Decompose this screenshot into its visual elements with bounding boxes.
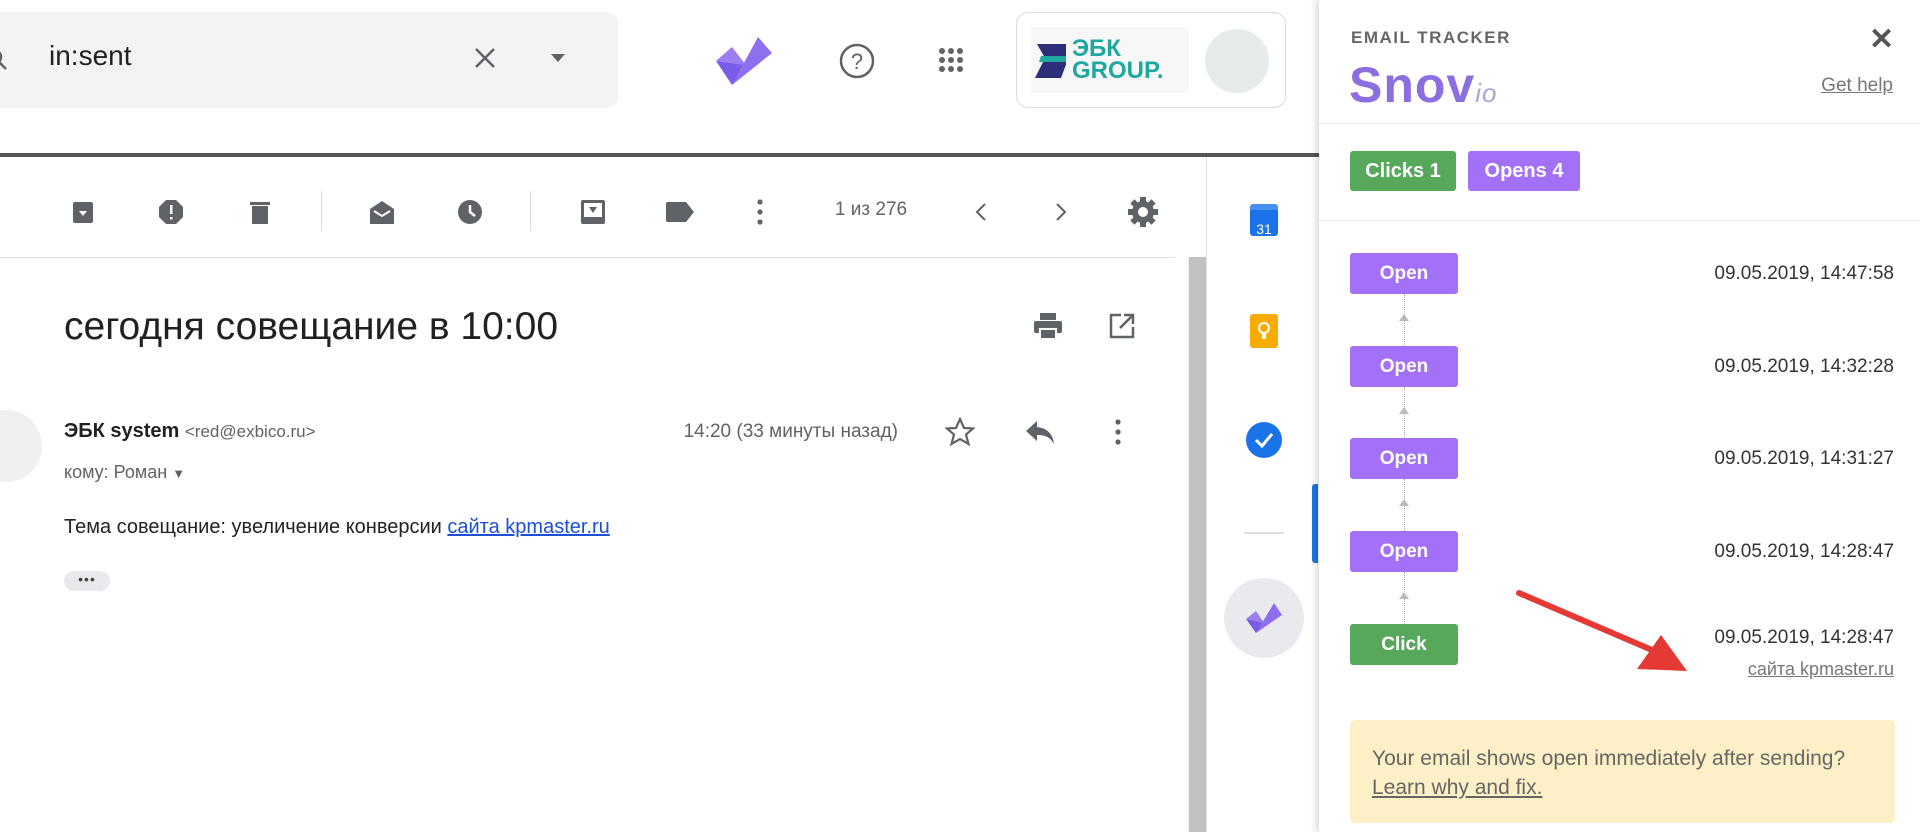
scrollbar[interactable] bbox=[1188, 257, 1206, 832]
side-apps-panel bbox=[1206, 157, 1319, 832]
label-icon[interactable] bbox=[665, 197, 695, 227]
email-tracker-panel: EMAIL TRACKER Snovio ✕ Get help Clicks 1… bbox=[1319, 0, 1920, 832]
event-open: Open bbox=[1350, 438, 1458, 479]
search-icon[interactable] bbox=[0, 40, 12, 80]
email-subject: сегодня совещание в 10:00 bbox=[64, 305, 559, 348]
event-timestamp: 09.05.2019, 14:47:58 bbox=[1714, 263, 1894, 284]
timeline-connector bbox=[1399, 479, 1409, 531]
avatar[interactable] bbox=[1205, 29, 1269, 93]
toolbar-separator bbox=[321, 191, 322, 231]
email-body: Тема совещание: увеличение конверсии сай… bbox=[64, 516, 610, 539]
timeline-connector bbox=[1399, 387, 1409, 439]
archive-icon[interactable] bbox=[68, 197, 98, 227]
body-link[interactable]: сайта kpmaster.ru bbox=[447, 516, 609, 538]
divider bbox=[0, 153, 1319, 157]
organization-logo-text: ЭБК GROUP. bbox=[1071, 35, 1164, 84]
star-icon[interactable] bbox=[942, 414, 978, 450]
event-open: Open bbox=[1350, 531, 1458, 572]
print-icon[interactable] bbox=[1030, 308, 1066, 344]
toolbar-border bbox=[0, 257, 1175, 258]
learn-why-link[interactable]: Learn why and fix. bbox=[1372, 776, 1542, 799]
snov-extension-icon[interactable] bbox=[712, 30, 776, 88]
more-options-icon[interactable] bbox=[1106, 414, 1130, 450]
sender-avatar[interactable] bbox=[0, 410, 42, 482]
open-in-new-window-icon[interactable] bbox=[1104, 308, 1140, 344]
organization-logo: ЭБК GROUP. bbox=[1031, 27, 1189, 93]
calendar-icon[interactable]: 31 bbox=[1250, 204, 1278, 237]
newer-icon[interactable] bbox=[968, 197, 994, 227]
panel-title: EMAIL TRACKER bbox=[1351, 28, 1511, 47]
apps-grid-icon[interactable] bbox=[931, 40, 971, 80]
clicked-link[interactable]: сайта kpmaster.ru bbox=[1748, 659, 1894, 680]
help-icon[interactable]: ? bbox=[836, 40, 878, 82]
show-trimmed-content-button[interactable]: ••• bbox=[64, 571, 110, 591]
email-time: 14:20 (33 минуты назад) bbox=[683, 421, 898, 442]
event-click: Click bbox=[1350, 624, 1458, 665]
svg-text:?: ? bbox=[851, 49, 863, 74]
clicks-badge[interactable]: Clicks 1 bbox=[1350, 151, 1456, 191]
toolbar-separator bbox=[530, 191, 531, 231]
red-arrow-annotation bbox=[1516, 590, 1687, 671]
delete-icon[interactable] bbox=[245, 197, 275, 227]
divider bbox=[1244, 532, 1284, 534]
older-icon[interactable] bbox=[1048, 197, 1074, 227]
keep-icon[interactable] bbox=[1250, 314, 1278, 348]
divider bbox=[1319, 220, 1920, 221]
move-to-icon[interactable] bbox=[578, 197, 608, 227]
sender-line: ЭБК system <red@exbico.ru> bbox=[64, 420, 316, 443]
event-open: Open bbox=[1350, 346, 1458, 387]
chevron-down-icon: ▼ bbox=[172, 466, 186, 481]
get-help-link[interactable]: Get help bbox=[1821, 75, 1893, 97]
event-open: Open bbox=[1350, 253, 1458, 294]
event-timestamp: 09.05.2019, 14:28:47 bbox=[1714, 541, 1894, 562]
sender-email: <red@exbico.ru> bbox=[184, 422, 316, 441]
recipients-toggle[interactable]: кому: Роман ▼ bbox=[64, 462, 185, 483]
timeline-connector bbox=[1399, 294, 1409, 346]
note-text: Your email shows open immediately after … bbox=[1372, 747, 1846, 770]
open-warning-note: Your email shows open immediately after … bbox=[1350, 720, 1895, 823]
snov-addon-icon[interactable] bbox=[1224, 578, 1304, 658]
timeline-connector bbox=[1399, 572, 1409, 624]
event-timestamp: 09.05.2019, 14:31:27 bbox=[1714, 448, 1894, 469]
reply-icon[interactable] bbox=[1022, 414, 1058, 450]
logo-suffix: io bbox=[1475, 78, 1498, 108]
sender-name: ЭБК system bbox=[64, 420, 180, 442]
event-timestamp: 09.05.2019, 14:28:47 bbox=[1714, 627, 1894, 648]
snovio-logo: Snovio bbox=[1349, 56, 1498, 114]
event-timestamp: 09.05.2019, 14:32:28 bbox=[1714, 356, 1894, 377]
clear-search-icon[interactable] bbox=[469, 42, 501, 74]
snooze-icon[interactable] bbox=[455, 197, 485, 227]
search-input[interactable]: in:sent bbox=[49, 40, 132, 72]
mark-unread-icon[interactable] bbox=[367, 197, 397, 227]
active-indicator bbox=[1312, 484, 1318, 563]
account-switcher[interactable]: ЭБК GROUP. bbox=[1016, 12, 1286, 108]
tasks-icon[interactable] bbox=[1246, 422, 1282, 458]
pagination-count: 1 из 276 bbox=[834, 199, 908, 220]
body-text: Тема совещание: увеличение конверсии bbox=[64, 516, 448, 538]
recipients-label: кому: Роман bbox=[64, 462, 168, 482]
close-icon[interactable]: ✕ bbox=[1869, 22, 1894, 57]
logo-text: Snov bbox=[1349, 57, 1476, 113]
search-options-icon[interactable] bbox=[546, 48, 570, 68]
opens-badge[interactable]: Opens 4 bbox=[1468, 151, 1580, 191]
report-spam-icon[interactable] bbox=[156, 197, 186, 227]
more-actions-icon[interactable] bbox=[748, 195, 772, 229]
divider bbox=[1319, 123, 1920, 124]
settings-gear-icon[interactable] bbox=[1125, 194, 1161, 230]
